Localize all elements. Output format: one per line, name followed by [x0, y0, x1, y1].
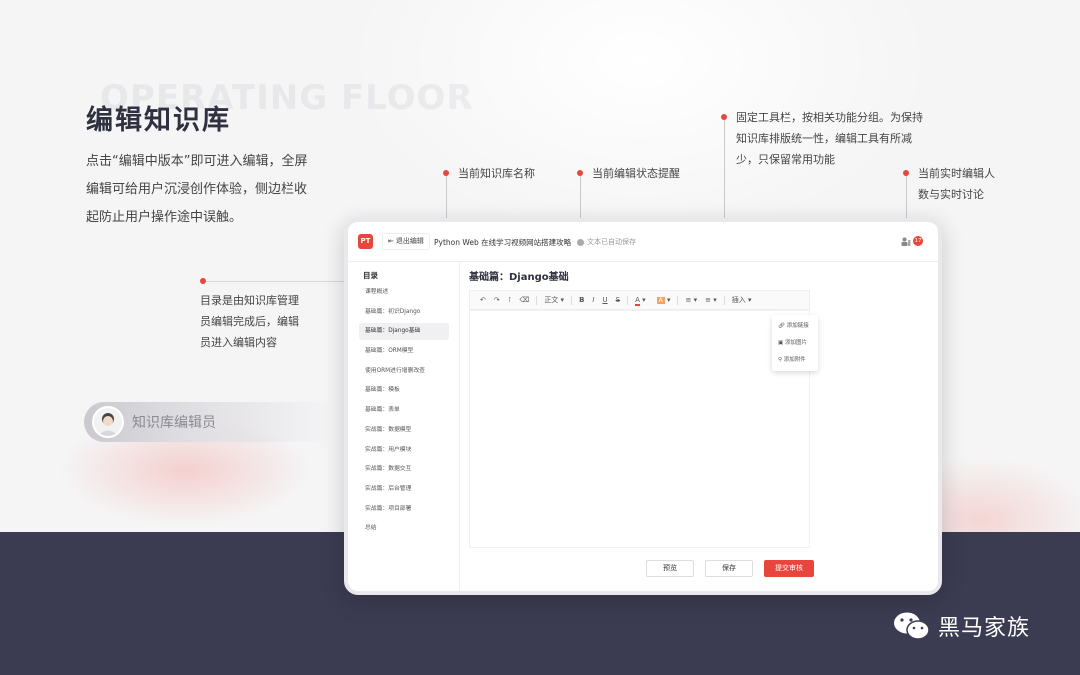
- sidebar: 目录 课程概述 基础篇：初识Django 基础篇：Django基础 基础篇：OR…: [348, 262, 460, 591]
- toc-list: 课程概述 基础篇：初识Django 基础篇：Django基础 基础篇：ORM模型…: [359, 284, 449, 540]
- bullet-list-icon: ≡: [705, 296, 711, 304]
- sidebar-title: 目录: [363, 271, 378, 280]
- insert-link-item[interactable]: 🔗︎ 添加链接: [772, 318, 818, 335]
- toolbar-divider: [627, 295, 629, 305]
- online-count-badge: 17: [913, 236, 923, 246]
- brand: 黑马家族: [892, 610, 1030, 642]
- annotation-toc: 目录是由知识库管理员编辑完成后，编辑员进入编辑内容: [200, 294, 299, 349]
- preview-button[interactable]: 预览: [646, 560, 694, 577]
- paragraph-style-dropdown[interactable]: 正文 ▾: [540, 291, 568, 309]
- toc-item[interactable]: 实战篇：后台管理: [359, 481, 449, 498]
- page-title: 编辑知识库: [86, 105, 231, 136]
- insert-attachment-item[interactable]: ⚲ 添加附件: [772, 352, 818, 369]
- undo-icon[interactable]: ↶: [476, 291, 490, 309]
- submit-review-button[interactable]: 提交审核: [764, 560, 814, 577]
- role-label: 知识库编辑员: [132, 415, 216, 431]
- annotation-realtime: 当前实时编辑人数与实时讨论: [918, 167, 995, 201]
- insert-link-label: 添加链接: [786, 323, 809, 329]
- link-icon: 🔗︎: [778, 323, 785, 329]
- highlight-dropdown[interactable]: A ▾: [650, 291, 675, 309]
- bullet-list-dropdown[interactable]: ≡ ▾: [701, 291, 721, 309]
- editor-window: PT ⇤ 退出编辑 Python Web 在线学习视频网站搭建攻略 文本已自动保…: [344, 218, 942, 595]
- toolbar-divider: [571, 295, 573, 305]
- toolbar-divider: [677, 295, 679, 305]
- image-icon: ▣: [778, 340, 784, 346]
- toc-item[interactable]: 基础篇：ORM模型: [359, 343, 449, 360]
- insert-attachment-label: 添加附件: [783, 357, 806, 363]
- toc-item[interactable]: 课程概述: [359, 284, 449, 301]
- strikethrough-icon[interactable]: S: [612, 291, 624, 309]
- annotation-toolbar: 固定工具栏，按相关功能分组。为保持知识库排版统一性，编辑工具有所减少，只保留常用…: [736, 111, 923, 166]
- toc-item[interactable]: 实战篇：项目部署: [359, 501, 449, 518]
- app-logo: PT: [358, 234, 373, 249]
- insert-image-item[interactable]: ▣ 添加图片: [772, 335, 818, 352]
- kb-name: Python Web 在线学习视频网站搭建攻略: [434, 238, 572, 247]
- exit-edit-label: 退出编辑: [395, 237, 424, 245]
- doc-title: 基础篇：Django基础: [469, 272, 569, 283]
- toc-item[interactable]: 基础篇：初识Django: [359, 304, 449, 321]
- check-circle-icon: [577, 238, 584, 246]
- annotation-kb-name: 当前知识库名称: [458, 167, 535, 180]
- clear-format-icon[interactable]: ⌫: [515, 291, 533, 309]
- toc-item[interactable]: 基础篇：表单: [359, 402, 449, 419]
- insert-dropdown[interactable]: 插入 ▾: [728, 291, 756, 309]
- content-area: 基础篇：Django基础 ↶ ↷ ⊺ ⌫ 正文 ▾ B I U S A ▾ A …: [460, 262, 938, 591]
- paragraph-style-label: 正文: [544, 296, 559, 304]
- insert-label: 插入: [731, 296, 746, 304]
- wechat-icon: [894, 612, 930, 640]
- font-color-dropdown[interactable]: A ▾: [631, 291, 650, 309]
- save-status-label: 文本已自动保存: [587, 238, 636, 246]
- toolbar-divider: [723, 295, 725, 305]
- save-status: 文本已自动保存: [577, 237, 636, 247]
- italic-icon[interactable]: I: [588, 291, 598, 309]
- insert-menu: 🔗︎ 添加链接 ▣ 添加图片 ⚲ 添加附件: [772, 315, 818, 371]
- exit-edit-button[interactable]: ⇤ 退出编辑: [382, 233, 430, 250]
- format-painter-icon[interactable]: ⊺: [504, 291, 516, 309]
- editor-avatar: [92, 406, 124, 438]
- toc-item[interactable]: 使用ORM进行增删改查: [359, 363, 449, 380]
- font-color-icon: A: [635, 296, 640, 306]
- toc-item[interactable]: 实战篇：数据交互: [359, 461, 449, 478]
- toolbar-divider: [536, 295, 538, 305]
- toc-item[interactable]: 总结: [359, 520, 449, 537]
- toc-item[interactable]: 基础篇：模板: [359, 382, 449, 399]
- editor-toolbar: ↶ ↷ ⊺ ⌫ 正文 ▾ B I U S A ▾ A ▾ ≡ ▾ ≡ ▾ 插入 …: [469, 290, 810, 310]
- toc-item-active[interactable]: 基础篇：Django基础: [359, 323, 449, 341]
- toc-item[interactable]: 实战篇：数据模型: [359, 422, 449, 439]
- ordered-list-dropdown[interactable]: ≡ ▾: [681, 291, 701, 309]
- brand-name: 黑马家族: [938, 616, 1031, 641]
- annotation-line-toc: [206, 281, 346, 282]
- annotation-edit-status: 当前编辑状态提醒: [592, 167, 680, 180]
- toc-item[interactable]: 实战篇：用户模块: [359, 442, 449, 459]
- editor-body[interactable]: [469, 310, 810, 548]
- ordered-list-icon: ≡: [685, 296, 692, 304]
- underline-icon[interactable]: U: [598, 291, 611, 309]
- bold-icon[interactable]: B: [575, 291, 588, 309]
- top-bar: PT ⇤ 退出编辑 Python Web 在线学习视频网站搭建攻略 文本已自动保…: [348, 222, 938, 262]
- highlight-icon: A: [656, 297, 665, 304]
- save-button[interactable]: 保存: [705, 560, 753, 577]
- exit-icon: ⇤: [388, 237, 394, 245]
- insert-image-label: 添加图片: [784, 340, 807, 346]
- paperclip-icon: ⚲: [778, 357, 783, 363]
- intro-text: 点击“编辑中版本”即可进入编辑，全屏编辑可给用户沉浸创作体验，侧边栏收起防止用户…: [86, 154, 308, 225]
- users-icon[interactable]: [901, 237, 911, 246]
- redo-icon[interactable]: ↷: [490, 291, 504, 309]
